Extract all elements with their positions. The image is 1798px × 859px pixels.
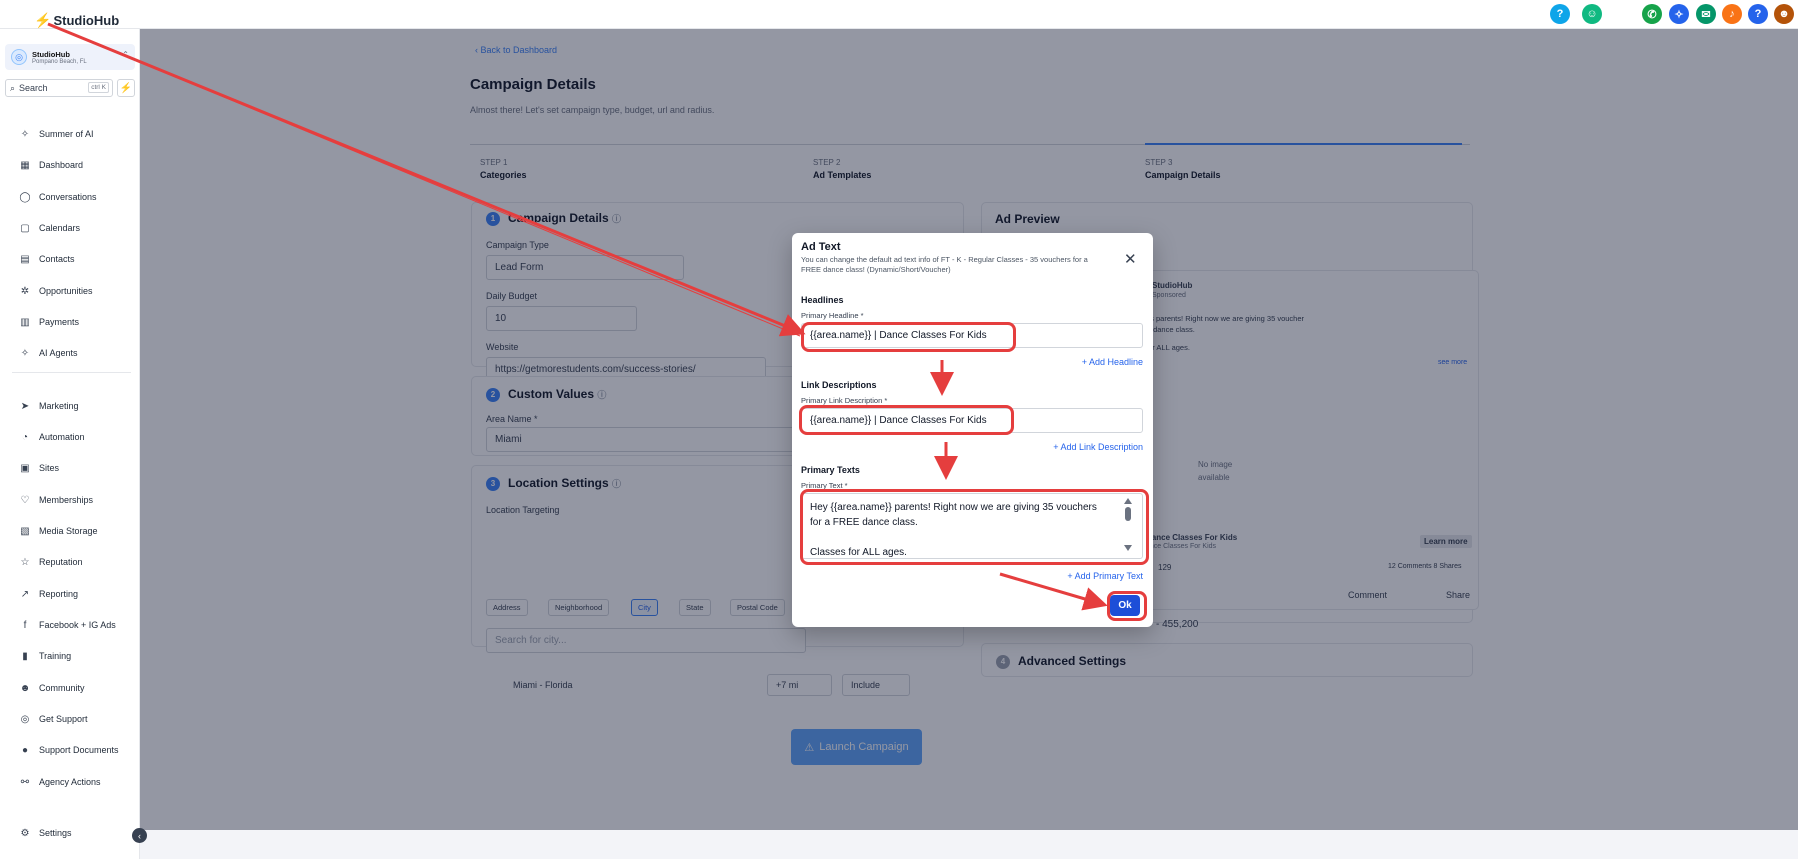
annotation-box-primary-text (800, 489, 1149, 565)
arrow-to-ok (999, 572, 1108, 611)
annotation-box-headline (801, 322, 1016, 352)
annotation-box-ok (1107, 591, 1147, 621)
annotation-box-link-description (799, 405, 1014, 435)
arrow-logo-to-headline-thin (47, 23, 801, 337)
arrow-logo-to-headline (47, 22, 806, 337)
